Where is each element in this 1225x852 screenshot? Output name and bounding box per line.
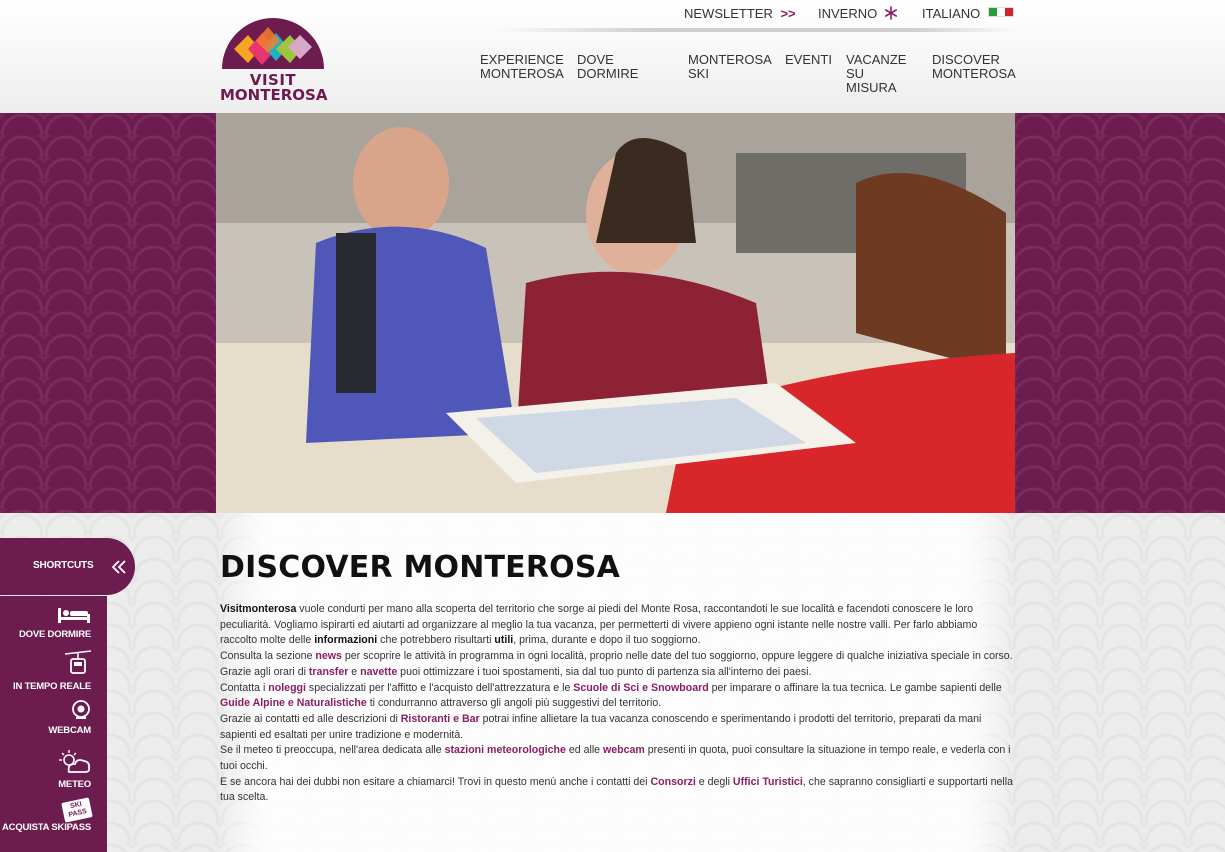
nav-eventi[interactable]: EVENTI [785,53,832,67]
nav-dove-dormire[interactable]: DOVE DORMIRE [577,53,638,81]
site-logo[interactable]: VISIT MONTEROSA [220,5,328,105]
nav-discover-monterosa[interactable]: DISCOVER MONTEROSA [932,53,1016,81]
hero-photo-illustration [216,113,1015,513]
shortcut-label: METEO [58,779,91,790]
shortcut-acquista-skipass[interactable]: SKI PASS ACQUISTA SKIPASS [2,797,93,833]
page-description: Visitmonterosa vuole condurti per mano a… [220,602,1015,806]
text-span: che potrebbero risultarti [377,634,495,647]
text-span: ed alle [565,744,604,757]
text-span: E se ancora hai dei dubbi non esitare a … [220,775,651,788]
link-guide-alpine[interactable]: Guide Alpine e Naturalistiche [220,697,367,709]
paragraph-noleggi: Contatta i noleggi specializzati per l'a… [220,681,1015,712]
header-divider [497,28,1015,32]
webcam-icon [72,700,90,719]
shortcut-label: WEBCAM [48,725,91,736]
text-span: , prima, durante e dopo il tuo soggiorno… [513,634,701,647]
link-noleggi[interactable]: noleggi [268,682,306,694]
weather-icon [59,750,91,773]
language-selector[interactable]: ITALIANO [922,6,1014,21]
site-header: VISIT MONTEROSA NEWSLETTER >> INVERNO IT… [0,0,1225,114]
text-span: e [348,665,361,678]
text-span: Se il meteo ti preoccupa, nell'area dedi… [220,744,445,757]
text-span: per imparare o affinare la tua tecnica. … [708,681,1002,694]
link-navette[interactable]: navette [360,666,397,678]
intro-strong-informazioni: informazioni [314,634,378,647]
double-arrow-icon: >> [780,6,796,21]
text-span: Grazie ai contatti ed alle descrizioni d… [220,712,401,725]
text-span: ti condurranno attraverso gli angoli più… [366,697,662,710]
shortcuts-panel: DOVE DORMIRE IN TEMPO REALE WEBCAM METEO… [0,596,107,852]
logo-text-monterosa: MONTEROSA [220,86,328,104]
season-switch[interactable]: INVERNO [818,6,898,21]
paragraph-intro: Visitmonterosa vuole condurti per mano a… [220,602,1015,649]
link-ristoranti-bar[interactable]: Ristoranti e Bar [401,713,480,725]
nav-experience-monterosa[interactable]: EXPERIENCE MONTEROSA [480,53,564,81]
shortcut-meteo[interactable]: METEO [57,750,91,790]
link-consorzi[interactable]: Consorzi [650,776,695,788]
intro-strong-utili: utili [494,634,514,647]
snowflake-icon [884,6,897,20]
logo-mark-icon [222,18,324,69]
cable-car-icon [65,650,91,674]
season-label: INVERNO [818,6,878,21]
text-span: Contatta i [220,681,269,694]
language-label: ITALIANO [922,6,981,21]
paragraph-news: Consulta la sezione news per scoprire le… [220,649,1015,680]
hero-image [216,113,1015,513]
newsletter-link[interactable]: NEWSLETTER >> [684,6,796,21]
nav-monterosa-ski[interactable]: MONTEROSA SKI [688,53,772,81]
link-webcam[interactable]: webcam [603,744,645,756]
link-news[interactable]: news [315,650,342,662]
link-scuole-sci[interactable]: Scuole di Sci e Snowboard [573,682,708,694]
newsletter-label: NEWSLETTER [684,6,773,21]
shortcuts-title: SHORTCUTS [33,560,94,571]
shortcut-webcam[interactable]: WEBCAM [48,700,91,736]
bed-icon [58,608,90,623]
text-span: Consulta la sezione [220,650,316,663]
paragraph-contatti: E se ancora hai dei dubbi non esitare a … [220,775,1015,806]
double-chevron-left-icon[interactable] [110,558,128,576]
shortcut-in-tempo-reale[interactable]: IN TEMPO REALE [13,650,91,692]
link-uffici-turistici[interactable]: Uffici Turistici [733,776,803,788]
shortcut-label: ACQUISTA SKIPASS [2,822,91,833]
text-span: puoi ottimizzare i tuoi spostamenti, sia… [397,665,812,678]
shortcut-dove-dormire[interactable]: DOVE DORMIRE [19,606,91,640]
link-stazioni-meteo[interactable]: stazioni meteorologiche [445,744,566,756]
skipass-icon: SKI PASS [61,797,93,823]
shortcut-label: DOVE DORMIRE [18,629,91,640]
page-title: DISCOVER MONTEROSA [220,550,621,585]
paragraph-ristoranti: Grazie ai contatti ed alle descrizioni d… [220,712,1015,743]
shortcut-label: IN TEMPO REALE [13,681,91,692]
italian-flag-icon [987,7,1014,17]
text-span: specializzati per l'affitto e l'acquisto… [305,681,574,694]
paragraph-meteo: Se il meteo ti preoccupa, nell'area dedi… [220,743,1015,774]
nav-vacanze-su-misura[interactable]: VACANZE SU MISURA [846,53,906,95]
shortcuts-header[interactable]: SHORTCUTS [0,538,135,595]
intro-strong: Visitmonterosa [220,603,297,615]
text-span: e degli [695,775,733,788]
link-transfer[interactable]: transfer [309,666,348,678]
